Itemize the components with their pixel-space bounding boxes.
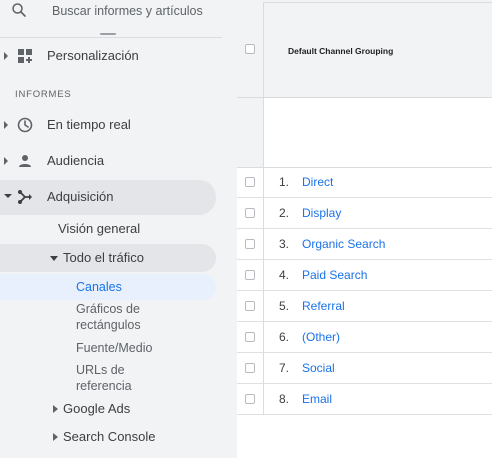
row-channel-link[interactable]: Referral [302, 299, 345, 313]
sidebar-divider [0, 37, 222, 38]
row-checkbox[interactable] [245, 332, 255, 342]
column-header-title: Default Channel Grouping [288, 46, 394, 56]
sidebar-item-label: Audiencia [47, 153, 105, 168]
row-number: 4. [279, 268, 290, 282]
row-number: 1. [279, 175, 290, 189]
select-all-checkbox[interactable] [245, 44, 255, 54]
table-row: 3. Organic Search [237, 229, 492, 260]
table-row: 2. Display [237, 198, 492, 229]
caret-right-icon [4, 52, 8, 60]
search-icon[interactable] [10, 1, 28, 19]
caret-down-icon [50, 256, 58, 261]
sidebar-leaf-canales[interactable]: Canales [76, 279, 122, 295]
column-header-cell[interactable]: Default Channel Grouping [263, 2, 492, 97]
row-channel-link[interactable]: (Other) [302, 330, 340, 344]
caret-down-icon [4, 194, 12, 198]
leaf-label-line1: Gráficos de [76, 302, 140, 316]
row-number: 7. [279, 361, 290, 375]
row-channel-link[interactable]: Email [302, 392, 332, 406]
sidebar-item-label: Adquisición [47, 189, 114, 204]
sidebar-subitem-search-console[interactable]: Search Console [0, 427, 216, 447]
row-checkbox[interactable] [245, 177, 255, 187]
sidebar-leaf-fuente-medio[interactable]: Fuente/Medio [76, 340, 152, 356]
row-number: 5. [279, 299, 290, 313]
row-channel-link[interactable]: Paid Search [302, 268, 367, 282]
row-checkbox[interactable] [245, 239, 255, 249]
sidebar-item-tiempo-real[interactable]: En tiempo real [0, 108, 216, 142]
sidebar: Personalización INFORMES En tiempo real … [0, 0, 237, 458]
row-channel-link[interactable]: Social [302, 361, 335, 375]
row-channel-link[interactable]: Organic Search [302, 237, 385, 251]
row-number: 3. [279, 237, 290, 251]
table-row: 4. Paid Search [237, 260, 492, 291]
search-bar [0, 0, 237, 30]
sidebar-leaf-graficos-rectangulos[interactable]: Gráficos de rectángulos [76, 301, 141, 333]
caret-right-icon [53, 405, 58, 413]
caret-right-icon [4, 157, 8, 165]
sidebar-subitem-vision-general[interactable]: Visión general [58, 221, 140, 236]
sidebar-item-label: Personalización [47, 48, 139, 63]
totals-cell [263, 98, 492, 167]
table-row: 7. Social [237, 353, 492, 384]
leaf-label-line1: URLs de [76, 363, 125, 377]
sidebar-subitem-label: Todo el tráfico [63, 250, 144, 265]
table-row: 8. Email [237, 384, 492, 415]
table-row: 1. Direct [237, 167, 492, 198]
row-checkbox[interactable] [245, 394, 255, 404]
row-number: 6. [279, 330, 290, 344]
table-row: 6. (Other) [237, 322, 492, 353]
acquisition-icon [18, 190, 32, 204]
sidebar-item-audiencia[interactable]: Audiencia [0, 144, 216, 178]
sidebar-subitem-google-ads[interactable]: Google Ads [0, 399, 216, 419]
row-checkbox[interactable] [245, 208, 255, 218]
row-number: 2. [279, 206, 290, 220]
sidebar-subitem-todo-trafico[interactable]: Todo el tráfico [0, 244, 216, 272]
dashboard-plus-icon [18, 49, 32, 63]
scroll-indicator [100, 33, 116, 35]
column-divider [263, 167, 264, 415]
sidebar-leaf-urls-referencia[interactable]: URLs de referencia [76, 362, 132, 394]
sidebar-item-personalizacion[interactable]: Personalización [0, 39, 216, 73]
person-icon [19, 155, 31, 167]
clock-icon [17, 117, 33, 133]
row-checkbox[interactable] [245, 270, 255, 280]
header-checkbox-cell [237, 0, 263, 97]
report-table: Default Channel Grouping 1. Direct 2. Di… [237, 0, 492, 458]
sidebar-leaf-canales-highlight[interactable]: Canales [0, 274, 216, 300]
row-channel-link[interactable]: Display [302, 206, 341, 220]
leaf-label-line2: rectángulos [76, 318, 141, 332]
caret-right-icon [4, 121, 8, 129]
row-channel-link[interactable]: Direct [302, 175, 333, 189]
leaf-label-line2: referencia [76, 379, 132, 393]
row-checkbox[interactable] [245, 301, 255, 311]
search-input[interactable] [52, 2, 222, 20]
row-checkbox[interactable] [245, 363, 255, 373]
caret-right-icon [53, 433, 58, 441]
sidebar-item-adquisicion[interactable]: Adquisición [0, 180, 216, 215]
table-row: 5. Referral [237, 291, 492, 322]
sidebar-subitem-label: Search Console [63, 429, 156, 444]
section-header-informes: INFORMES [15, 89, 72, 100]
sidebar-item-label: En tiempo real [47, 117, 131, 132]
sidebar-subitem-label: Google Ads [63, 401, 131, 416]
row-number: 8. [279, 392, 290, 406]
